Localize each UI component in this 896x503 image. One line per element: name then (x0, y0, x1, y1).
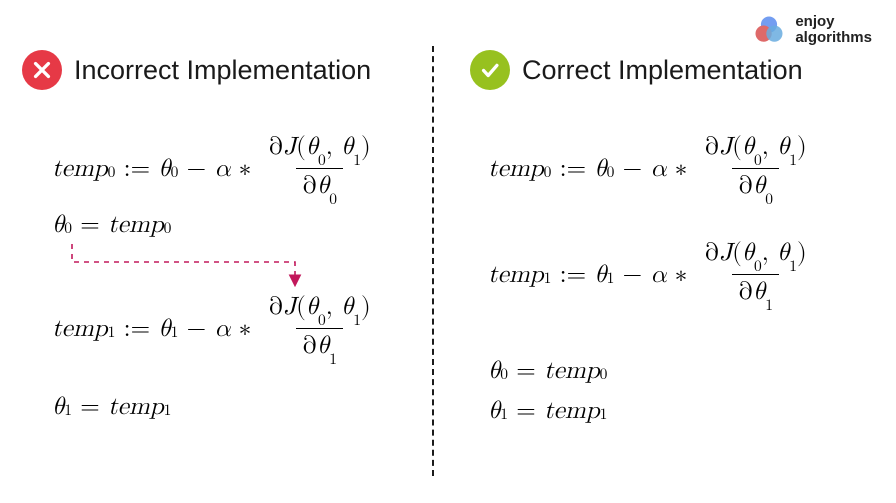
correct-title: Correct Implementation (522, 55, 803, 86)
incorrect-title: Incorrect Implementation (74, 55, 371, 86)
brand-text: enjoy algorithms (795, 14, 872, 46)
correct-heading: Correct Implementation (470, 50, 803, 90)
left-assign1-formula: θ1 = temp1 (52, 392, 171, 422)
brand-line1: enjoy (795, 14, 872, 30)
vertical-divider (432, 46, 434, 476)
right-assign1-formula: θ1 = temp1 (488, 396, 607, 426)
right-assign0-formula: θ0 = temp0 (488, 356, 607, 386)
left-assign0-formula: θ0 = temp0 (52, 210, 171, 240)
brand-mark-icon (751, 12, 787, 48)
right-temp0-formula: temp0 := θ0 − α ∗ ∂J(θ0, θ1) ∂θ0 (488, 132, 816, 205)
brand-logo: enjoy algorithms (751, 12, 872, 48)
right-temp1-formula: temp1 := θ1 − α ∗ ∂J(θ0, θ1) ∂θ1 (488, 238, 816, 311)
cross-icon (22, 50, 62, 90)
left-temp1-formula: temp1 := θ1 − α ∗ ∂J(θ0, θ1) ∂θ1 (52, 292, 380, 365)
left-temp0-formula: temp0 := θ0 − α ∗ ∂J(θ0, θ1) ∂θ0 (52, 132, 380, 205)
check-icon (470, 50, 510, 90)
incorrect-heading: Incorrect Implementation (22, 50, 371, 90)
brand-line2: algorithms (795, 30, 872, 46)
